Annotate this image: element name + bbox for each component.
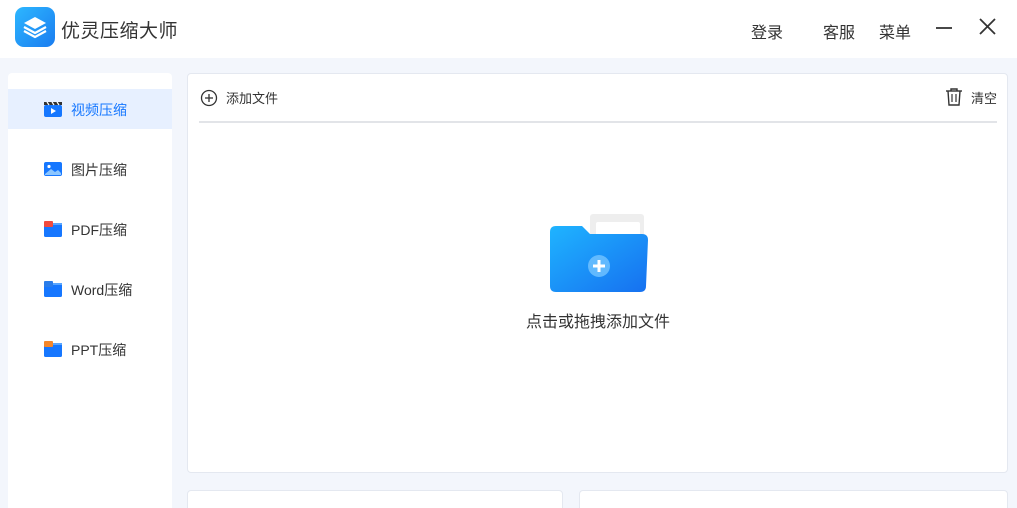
app-logo-icon bbox=[15, 7, 55, 47]
output-panel bbox=[579, 490, 1008, 508]
drop-zone-text: 点击或拖拽添加文件 bbox=[525, 314, 670, 331]
login-button[interactable]: 登录 bbox=[751, 19, 783, 43]
file-list-panel: 添加文件 清空 点击或拖拽添加文件 bbox=[187, 73, 1008, 473]
minimize-button[interactable] bbox=[932, 14, 956, 38]
clear-button[interactable]: 清空 bbox=[945, 87, 997, 107]
title-bar: 优灵压缩大师 登录 客服 菜单 bbox=[0, 0, 1017, 58]
sidebar-item-video[interactable]: 视频压缩 bbox=[8, 89, 172, 129]
add-file-label: 添加文件 bbox=[226, 91, 279, 106]
close-button[interactable] bbox=[976, 14, 1000, 38]
drop-zone[interactable]: 点击或拖拽添加文件 bbox=[488, 204, 708, 334]
clear-label: 清空 bbox=[970, 90, 997, 106]
sidebar-item-ppt[interactable]: PPT压缩 bbox=[8, 329, 172, 369]
sidebar-item-image[interactable]: 图片压缩 bbox=[8, 149, 172, 189]
ppt-file-icon bbox=[44, 341, 62, 357]
trash-icon bbox=[945, 88, 962, 106]
sidebar-item-label: 图片压缩 bbox=[71, 162, 127, 178]
sidebar-item-label: 视频压缩 bbox=[71, 102, 127, 118]
menu-button[interactable]: 菜单 bbox=[879, 19, 911, 43]
customer-service-button[interactable]: 客服 bbox=[823, 19, 855, 43]
folder-add-icon bbox=[550, 214, 648, 292]
image-icon bbox=[44, 162, 62, 176]
sidebar-item-label: PPT压缩 bbox=[71, 342, 127, 358]
sidebar-item-label: Word压缩 bbox=[71, 282, 133, 298]
add-file-button[interactable]: 添加文件 bbox=[200, 88, 278, 107]
toolbar-divider bbox=[199, 121, 997, 123]
app-title: 优灵压缩大师 bbox=[61, 21, 179, 42]
sidebar-item-pdf[interactable]: PDF压缩 bbox=[8, 209, 172, 249]
word-file-icon bbox=[44, 281, 62, 297]
sidebar: 视频压缩 图片压缩 PDF压缩 Word压缩 PPT压缩 bbox=[8, 73, 172, 508]
sidebar-item-label: PDF压缩 bbox=[71, 222, 127, 238]
settings-panel bbox=[187, 490, 563, 508]
pdf-file-icon bbox=[44, 221, 62, 237]
video-clapper-icon bbox=[44, 101, 62, 117]
sidebar-item-word[interactable]: Word压缩 bbox=[8, 269, 172, 309]
minimize-icon bbox=[936, 27, 952, 29]
plus-circle-icon bbox=[200, 89, 218, 106]
close-icon bbox=[979, 18, 996, 35]
